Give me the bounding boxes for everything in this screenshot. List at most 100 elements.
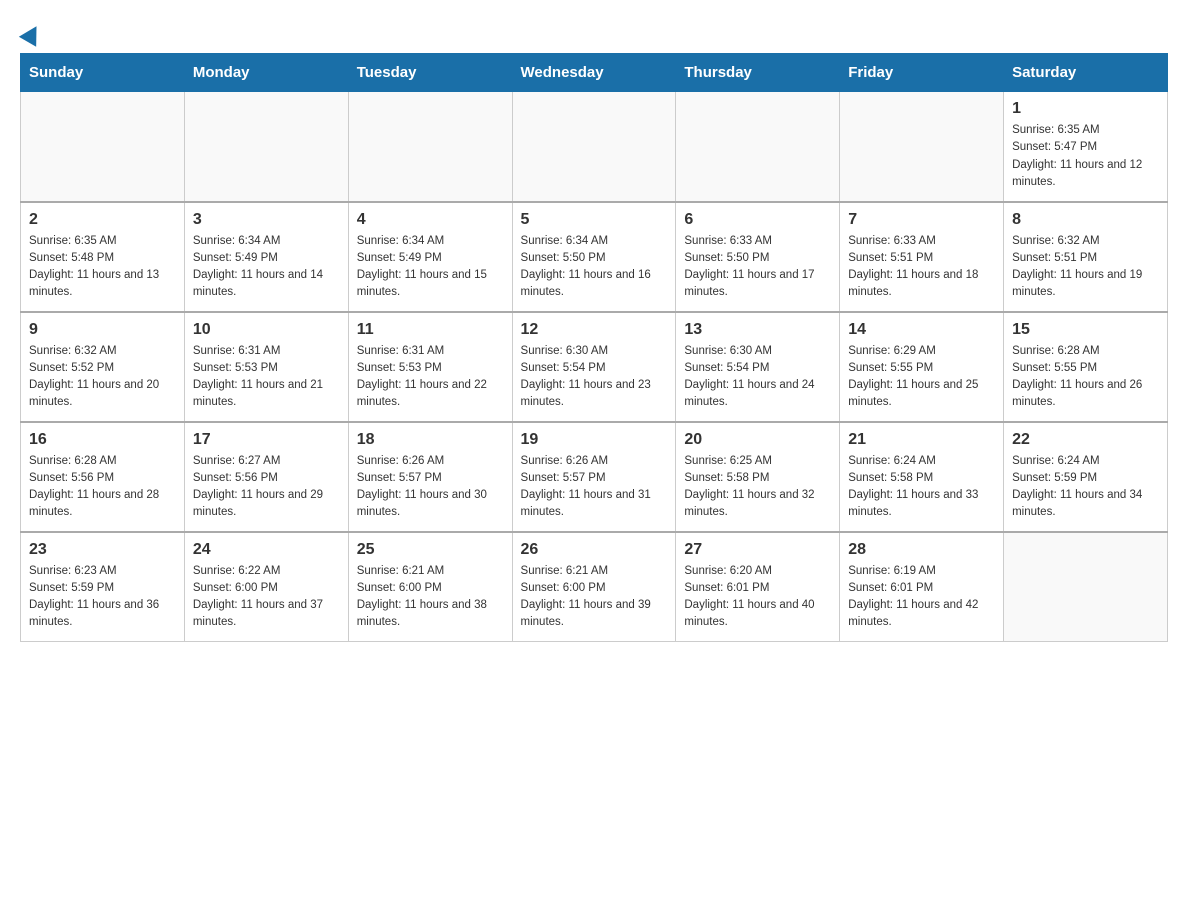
day-info: Sunrise: 6:28 AM Sunset: 5:55 PM Dayligh… (1012, 343, 1159, 412)
calendar-day-cell: 12 Sunrise: 6:30 AM Sunset: 5:54 PM Dayli… (512, 312, 676, 422)
calendar-day-cell: 15 Sunrise: 6:28 AM Sunset: 5:55 PM Dayli… (1004, 312, 1168, 422)
calendar-day-cell: 6Sunrise: 6:33 AM Sunset: 5:50 PM Daylig… (676, 202, 840, 312)
day-info: Sunrise: 6:20 AM Sunset: 6:01 PM Dayligh… (684, 563, 831, 632)
day-number: 14 (848, 321, 995, 339)
calendar-day-cell: 17 Sunrise: 6:27 AM Sunset: 5:56 PM Dayli… (184, 422, 348, 532)
day-number: 4 (357, 211, 504, 229)
day-info: Sunrise: 6:21 AM Sunset: 6:00 PM Dayligh… (357, 563, 504, 632)
day-number: 27 (684, 541, 831, 559)
day-number: 7 (848, 211, 995, 229)
calendar-header-tuesday: Tuesday (348, 54, 512, 92)
calendar-header-wednesday: Wednesday (512, 54, 676, 92)
day-info: Sunrise: 6:28 AM Sunset: 5:56 PM Dayligh… (29, 453, 176, 522)
day-number: 15 (1012, 321, 1159, 339)
calendar-header-friday: Friday (840, 54, 1004, 92)
calendar-day-cell (184, 92, 348, 202)
day-number: 6 (684, 211, 831, 229)
day-info: Sunrise: 6:32 AM Sunset: 5:51 PM Dayligh… (1012, 233, 1159, 302)
day-number: 17 (193, 431, 340, 449)
day-info: Sunrise: 6:21 AM Sunset: 6:00 PM Dayligh… (521, 563, 668, 632)
calendar-table: SundayMondayTuesdayWednesdayThursdayFrid… (20, 53, 1168, 642)
calendar-week-row: 23Sunrise: 6:23 AM Sunset: 5:59 PM Dayli… (21, 532, 1168, 642)
calendar-day-cell (676, 92, 840, 202)
day-info: Sunrise: 6:26 AM Sunset: 5:57 PM Dayligh… (521, 453, 668, 522)
calendar-day-cell (348, 92, 512, 202)
calendar-day-cell: 18 Sunrise: 6:26 AM Sunset: 5:57 PM Dayli… (348, 422, 512, 532)
day-info: Sunrise: 6:24 AM Sunset: 5:58 PM Dayligh… (848, 453, 995, 522)
calendar-day-cell: 5Sunrise: 6:34 AM Sunset: 5:50 PM Daylig… (512, 202, 676, 312)
day-number: 3 (193, 211, 340, 229)
day-info: Sunrise: 6:27 AM Sunset: 5:56 PM Dayligh… (193, 453, 340, 522)
day-number: 23 (29, 541, 176, 559)
day-info: Sunrise: 6:31 AM Sunset: 5:53 PM Dayligh… (193, 343, 340, 412)
day-number: 20 (684, 431, 831, 449)
calendar-day-cell: 13 Sunrise: 6:30 AM Sunset: 5:54 PM Dayli… (676, 312, 840, 422)
day-info: Sunrise: 6:32 AM Sunset: 5:52 PM Dayligh… (29, 343, 176, 412)
logo (20, 20, 44, 43)
logo-triangle-icon (19, 21, 45, 47)
day-number: 11 (357, 321, 504, 339)
day-info: Sunrise: 6:26 AM Sunset: 5:57 PM Dayligh… (357, 453, 504, 522)
calendar-day-cell: 3 Sunrise: 6:34 AM Sunset: 5:49 PM Daylig… (184, 202, 348, 312)
day-number: 26 (521, 541, 668, 559)
day-number: 9 (29, 321, 176, 339)
day-info: Sunrise: 6:35 AM Sunset: 5:48 PM Dayligh… (29, 233, 176, 302)
calendar-day-cell: 2 Sunrise: 6:35 AM Sunset: 5:48 PM Daylig… (21, 202, 185, 312)
day-number: 25 (357, 541, 504, 559)
calendar-week-row: 16 Sunrise: 6:28 AM Sunset: 5:56 PM Dayli… (21, 422, 1168, 532)
calendar-day-cell (1004, 532, 1168, 642)
day-number: 18 (357, 431, 504, 449)
calendar-day-cell: 20 Sunrise: 6:25 AM Sunset: 5:58 PM Dayli… (676, 422, 840, 532)
calendar-day-cell: 7 Sunrise: 6:33 AM Sunset: 5:51 PM Daylig… (840, 202, 1004, 312)
day-info: Sunrise: 6:24 AM Sunset: 5:59 PM Dayligh… (1012, 453, 1159, 522)
day-info: Sunrise: 6:29 AM Sunset: 5:55 PM Dayligh… (848, 343, 995, 412)
calendar-header-saturday: Saturday (1004, 54, 1168, 92)
calendar-day-cell: 1Sunrise: 6:35 AM Sunset: 5:47 PM Daylig… (1004, 92, 1168, 202)
day-number: 24 (193, 541, 340, 559)
day-info: Sunrise: 6:31 AM Sunset: 5:53 PM Dayligh… (357, 343, 504, 412)
calendar-day-cell: 9 Sunrise: 6:32 AM Sunset: 5:52 PM Daylig… (21, 312, 185, 422)
day-number: 10 (193, 321, 340, 339)
day-info: Sunrise: 6:34 AM Sunset: 5:49 PM Dayligh… (357, 233, 504, 302)
calendar-day-cell: 19 Sunrise: 6:26 AM Sunset: 5:57 PM Dayli… (512, 422, 676, 532)
calendar-header-thursday: Thursday (676, 54, 840, 92)
day-info: Sunrise: 6:19 AM Sunset: 6:01 PM Dayligh… (848, 563, 995, 632)
calendar-day-cell: 21 Sunrise: 6:24 AM Sunset: 5:58 PM Dayli… (840, 422, 1004, 532)
day-number: 1 (1012, 100, 1159, 118)
day-info: Sunrise: 6:30 AM Sunset: 5:54 PM Dayligh… (521, 343, 668, 412)
calendar-week-row: 1Sunrise: 6:35 AM Sunset: 5:47 PM Daylig… (21, 92, 1168, 202)
calendar-day-cell: 27 Sunrise: 6:20 AM Sunset: 6:01 PM Dayli… (676, 532, 840, 642)
calendar-day-cell: 8 Sunrise: 6:32 AM Sunset: 5:51 PM Daylig… (1004, 202, 1168, 312)
calendar-day-cell (840, 92, 1004, 202)
day-info: Sunrise: 6:22 AM Sunset: 6:00 PM Dayligh… (193, 563, 340, 632)
day-number: 16 (29, 431, 176, 449)
calendar-day-cell: 25 Sunrise: 6:21 AM Sunset: 6:00 PM Dayli… (348, 532, 512, 642)
day-info: Sunrise: 6:33 AM Sunset: 5:51 PM Dayligh… (848, 233, 995, 302)
day-number: 5 (521, 211, 668, 229)
calendar-day-cell: 26 Sunrise: 6:21 AM Sunset: 6:00 PM Dayli… (512, 532, 676, 642)
day-info: Sunrise: 6:30 AM Sunset: 5:54 PM Dayligh… (684, 343, 831, 412)
day-number: 22 (1012, 431, 1159, 449)
day-number: 12 (521, 321, 668, 339)
day-info: Sunrise: 6:25 AM Sunset: 5:58 PM Dayligh… (684, 453, 831, 522)
calendar-day-cell: 16 Sunrise: 6:28 AM Sunset: 5:56 PM Dayli… (21, 422, 185, 532)
day-number: 13 (684, 321, 831, 339)
calendar-week-row: 2 Sunrise: 6:35 AM Sunset: 5:48 PM Daylig… (21, 202, 1168, 312)
day-number: 21 (848, 431, 995, 449)
day-info: Sunrise: 6:34 AM Sunset: 5:49 PM Dayligh… (193, 233, 340, 302)
calendar-header-sunday: Sunday (21, 54, 185, 92)
calendar-day-cell: 22 Sunrise: 6:24 AM Sunset: 5:59 PM Dayli… (1004, 422, 1168, 532)
page-header (20, 20, 1168, 43)
day-number: 2 (29, 211, 176, 229)
calendar-day-cell (512, 92, 676, 202)
calendar-day-cell: 24 Sunrise: 6:22 AM Sunset: 6:00 PM Dayli… (184, 532, 348, 642)
calendar-day-cell: 28Sunrise: 6:19 AM Sunset: 6:01 PM Dayli… (840, 532, 1004, 642)
calendar-header-row: SundayMondayTuesdayWednesdayThursdayFrid… (21, 54, 1168, 92)
day-number: 8 (1012, 211, 1159, 229)
calendar-day-cell: 11 Sunrise: 6:31 AM Sunset: 5:53 PM Dayli… (348, 312, 512, 422)
calendar-day-cell: 14 Sunrise: 6:29 AM Sunset: 5:55 PM Dayli… (840, 312, 1004, 422)
calendar-header-monday: Monday (184, 54, 348, 92)
calendar-day-cell: 4 Sunrise: 6:34 AM Sunset: 5:49 PM Daylig… (348, 202, 512, 312)
day-number: 19 (521, 431, 668, 449)
calendar-day-cell: 10 Sunrise: 6:31 AM Sunset: 5:53 PM Dayli… (184, 312, 348, 422)
